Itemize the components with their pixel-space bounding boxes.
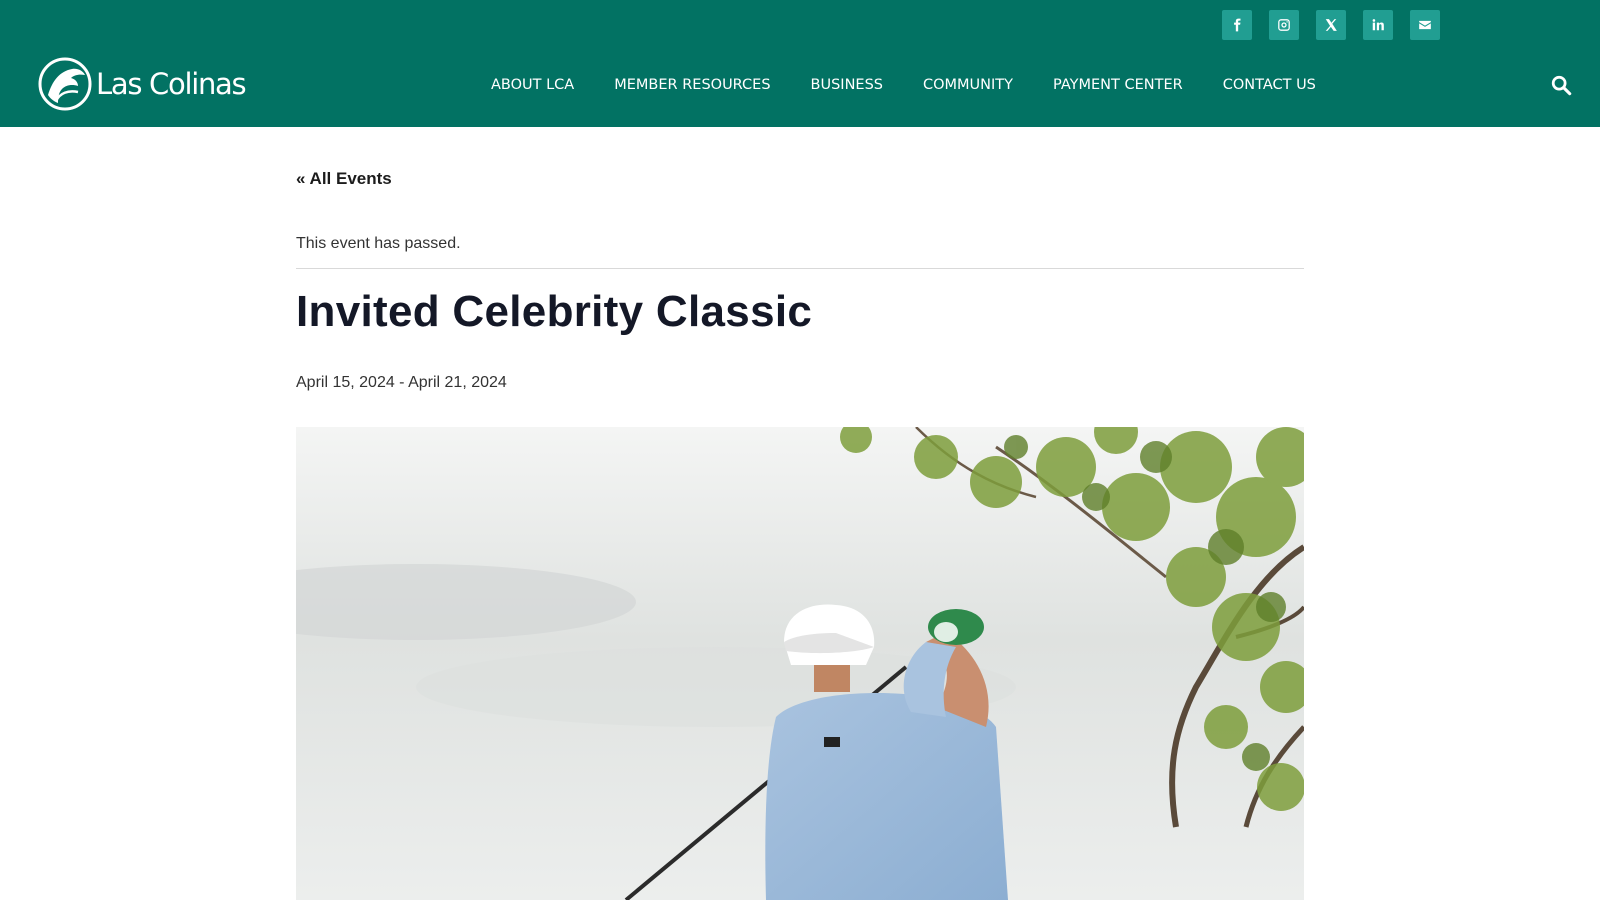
nav-item-business[interactable]: BUSINESS [811, 77, 883, 93]
nav-item-community[interactable]: COMMUNITY [923, 77, 1013, 93]
nav-item-about[interactable]: ABOUT LCA [491, 77, 574, 93]
social-links [1222, 10, 1440, 40]
site-logo[interactable]: Las Colinas [38, 57, 247, 111]
logo-wordmark: Las Colinas [96, 67, 247, 101]
horse-head-logo-icon [38, 57, 92, 111]
nav-item-member-resources[interactable]: MEMBER RESOURCES [614, 77, 770, 93]
site-header: Las Colinas ABOUT LCA MEMBER RESOURCES B… [0, 0, 1600, 127]
search-icon[interactable] [1550, 74, 1572, 96]
golfer-photo [296, 427, 1304, 900]
x-twitter-icon[interactable] [1316, 10, 1346, 40]
nav-item-payment-center[interactable]: PAYMENT CENTER [1053, 77, 1183, 93]
instagram-icon[interactable] [1269, 10, 1299, 40]
event-passed-notice: This event has passed. [296, 235, 461, 252]
event-title: Invited Celebrity Classic [296, 287, 813, 336]
event-image [296, 427, 1304, 900]
divider [296, 268, 1304, 269]
main-nav: ABOUT LCA MEMBER RESOURCES BUSINESS COMM… [491, 77, 1316, 93]
event-dates: April 15, 2024 - April 21, 2024 [296, 374, 507, 391]
all-events-link[interactable]: « All Events [296, 169, 392, 189]
envelope-icon[interactable] [1410, 10, 1440, 40]
facebook-icon[interactable] [1222, 10, 1252, 40]
linkedin-icon[interactable] [1363, 10, 1393, 40]
nav-item-contact-us[interactable]: CONTACT US [1223, 77, 1316, 93]
